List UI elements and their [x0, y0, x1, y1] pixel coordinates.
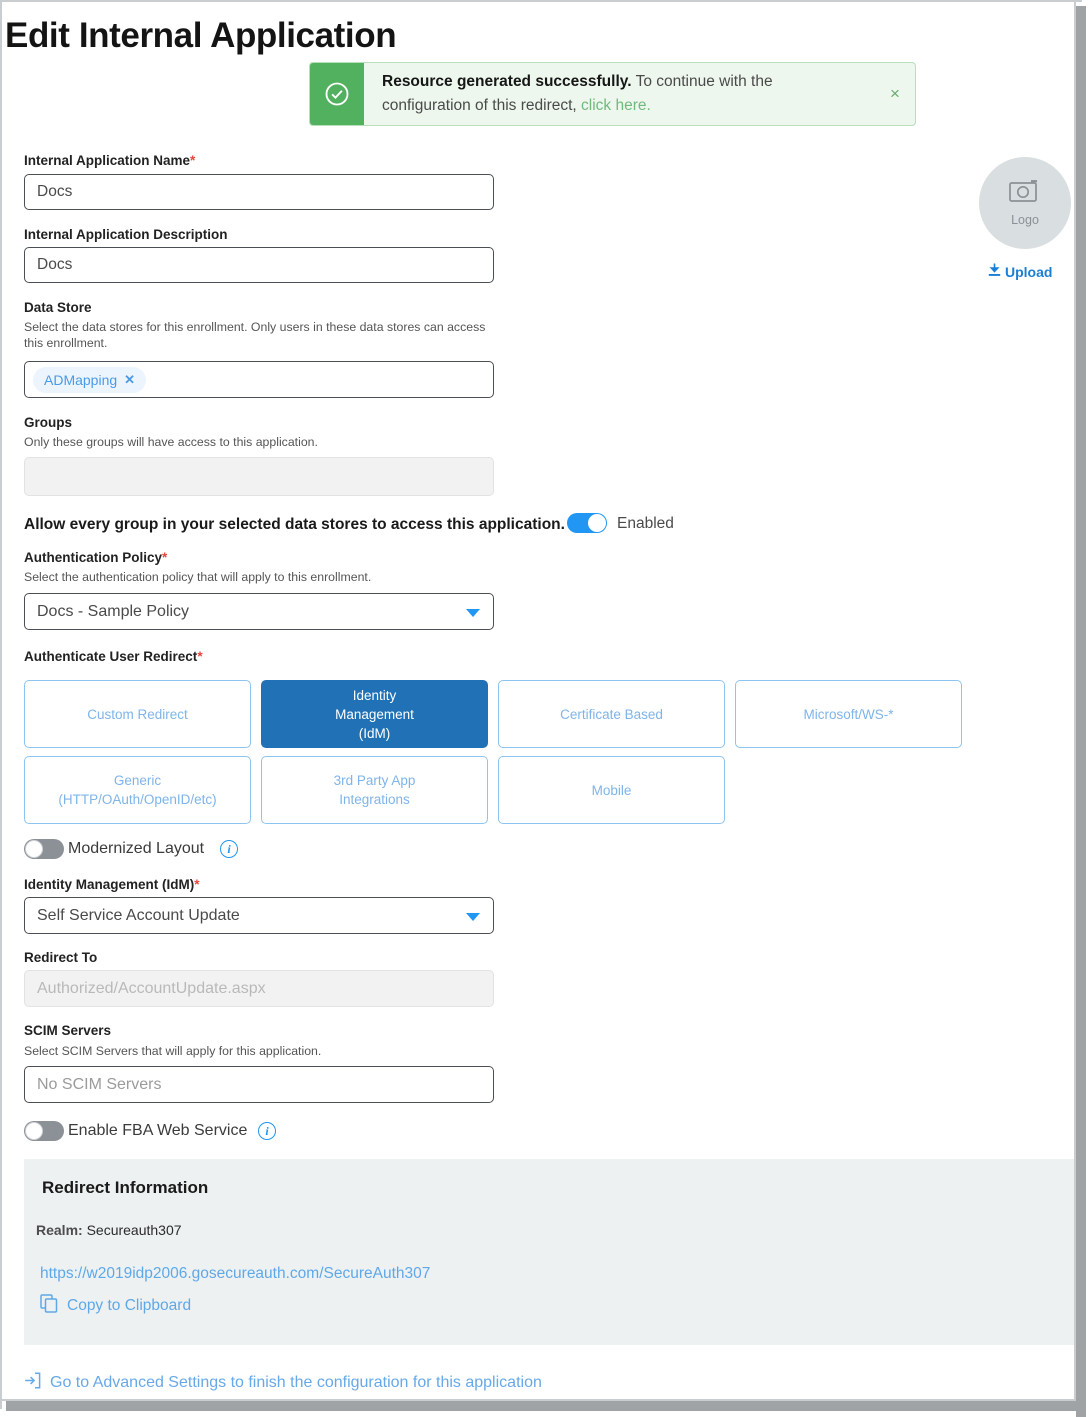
upload-label: Upload: [1005, 264, 1052, 280]
groups-help: Only these groups will have access to th…: [24, 434, 494, 450]
toggle-knob: [25, 1122, 43, 1140]
app-description-label: Internal Application Description: [24, 227, 228, 242]
redirect-information-panel: Redirect Information Realm: Secureauth30…: [24, 1159, 1074, 1345]
redirect-option-3rd-party-app[interactable]: 3rd Party App Integrations: [261, 756, 488, 824]
scim-servers-input[interactable]: No SCIM Servers: [24, 1066, 494, 1103]
chevron-down-icon[interactable]: [466, 609, 480, 617]
check-circle-icon: [310, 63, 364, 125]
auth-policy-label: Authentication Policy*: [24, 550, 167, 565]
redirect-to-label: Redirect To: [24, 950, 97, 965]
data-store-chip[interactable]: ADMapping ✕: [33, 367, 146, 393]
alert-click-here-link[interactable]: click here.: [581, 97, 651, 114]
upload-logo-button[interactable]: Upload: [988, 263, 1052, 280]
fba-web-service-toggle[interactable]: [24, 1121, 64, 1141]
redirect-information-title: Redirect Information: [42, 1178, 208, 1198]
redirect-option-microsoft-ws[interactable]: Microsoft/WS-*: [735, 680, 962, 748]
redirect-to-input: Authorized/AccountUpdate.aspx: [24, 970, 494, 1007]
alert-message: Resource generated successfully. To cont…: [364, 63, 875, 125]
redirect-option-custom-redirect[interactable]: Custom Redirect: [24, 680, 251, 748]
redirect-option-certificate-based[interactable]: Certificate Based: [498, 680, 725, 748]
toggle-knob: [25, 840, 43, 858]
groups-input: [24, 457, 494, 496]
info-icon[interactable]: i: [220, 840, 238, 858]
app-name-label: Internal Application Name*: [24, 153, 195, 168]
chip-remove-icon[interactable]: ✕: [124, 372, 135, 388]
realm-label: Realm:: [36, 1222, 83, 1238]
download-icon: [988, 263, 1001, 280]
success-alert: Resource generated successfully. To cont…: [309, 62, 916, 126]
redirect-option-identity-management[interactable]: Identity Management (IdM): [261, 680, 488, 748]
redirect-option-generic[interactable]: Generic (HTTP/OAuth/OpenID/etc): [24, 756, 251, 824]
redirect-url-link[interactable]: https://w2019idp2006.gosecureauth.com/Se…: [40, 1265, 430, 1283]
page-title: Edit Internal Application: [5, 16, 396, 56]
info-icon[interactable]: i: [258, 1122, 276, 1140]
authenticate-user-redirect-label: Authenticate User Redirect*: [24, 649, 203, 664]
data-store-help: Select the data stores for this enrollme…: [24, 319, 494, 351]
logo-caption: Logo: [1011, 213, 1039, 227]
allow-every-group-label: Allow every group in your selected data …: [24, 516, 565, 534]
alert-strong-text: Resource generated successfully.: [382, 73, 632, 90]
app-description-input[interactable]: Docs: [24, 247, 494, 283]
copy-label: Copy to Clipboard: [67, 1297, 191, 1315]
close-icon[interactable]: ×: [875, 63, 915, 125]
copy-to-clipboard-button[interactable]: Copy to Clipboard: [40, 1294, 191, 1318]
auth-policy-value: Docs - Sample Policy: [37, 603, 189, 621]
scim-servers-help: Select SCIM Servers that will apply for …: [24, 1043, 494, 1059]
idm-value: Self Service Account Update: [37, 907, 240, 925]
redirect-option-mobile[interactable]: Mobile: [498, 756, 725, 824]
advanced-settings-label: Go to Advanced Settings to finish the co…: [50, 1374, 542, 1392]
chip-label: ADMapping: [44, 372, 117, 388]
data-store-label: Data Store: [24, 300, 92, 315]
auth-policy-select[interactable]: Docs - Sample Policy: [24, 593, 494, 630]
copy-icon: [40, 1294, 58, 1318]
chevron-down-icon[interactable]: [466, 913, 480, 921]
window-shadow-bottom: [6, 1401, 1086, 1411]
logo-placeholder[interactable]: Logo: [979, 157, 1071, 249]
fba-web-service-label: Enable FBA Web Service: [68, 1122, 247, 1140]
idm-label: Identity Management (IdM)*: [24, 877, 200, 892]
window-shadow-right: [1076, 6, 1086, 1417]
enter-arrow-icon: [24, 1372, 41, 1394]
data-store-select[interactable]: ADMapping ✕: [24, 361, 494, 398]
groups-label: Groups: [24, 415, 72, 430]
advanced-settings-link[interactable]: Go to Advanced Settings to finish the co…: [24, 1372, 542, 1394]
camera-icon: [1008, 179, 1042, 210]
modernized-layout-label: Modernized Layout: [68, 840, 204, 858]
toggle-knob: [588, 514, 606, 532]
app-name-input[interactable]: Docs: [24, 174, 494, 210]
idm-select[interactable]: Self Service Account Update: [24, 897, 494, 934]
realm-value: Secureauth307: [87, 1222, 182, 1238]
scim-servers-label: SCIM Servers: [24, 1023, 111, 1038]
auth-policy-help: Select the authentication policy that wi…: [24, 569, 494, 585]
realm-row: Realm: Secureauth307: [36, 1222, 182, 1238]
allow-every-group-state: Enabled: [617, 515, 674, 533]
application-edit-page: Edit Internal Application Resource gener…: [0, 0, 1092, 1417]
allow-every-group-toggle[interactable]: [567, 513, 607, 533]
modernized-layout-toggle[interactable]: [24, 839, 64, 859]
